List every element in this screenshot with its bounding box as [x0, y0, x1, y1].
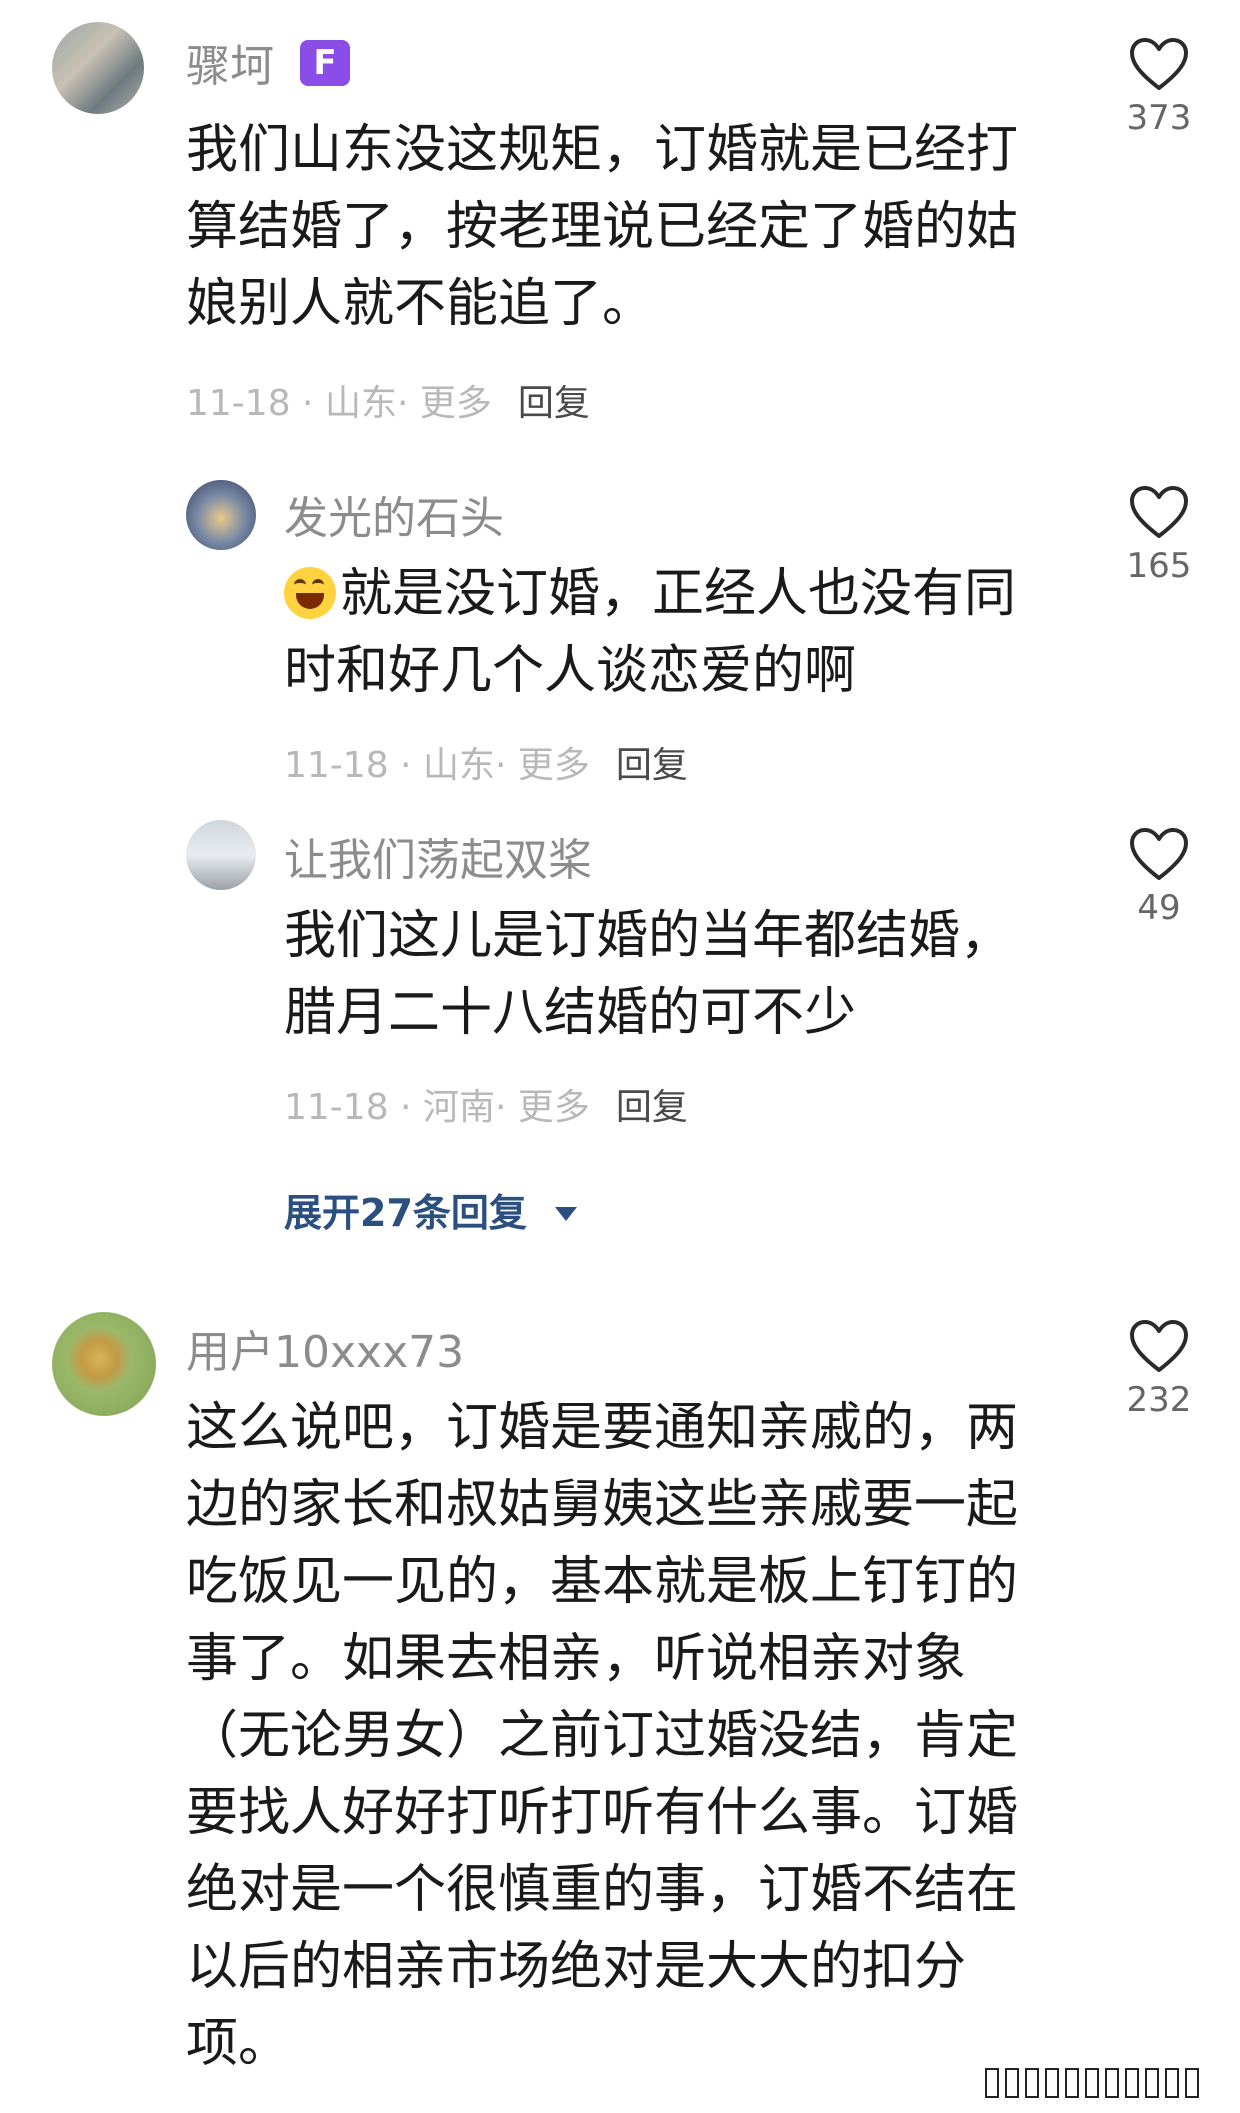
reply-author[interactable]: 发光的石头: [284, 482, 504, 546]
reply-meta: 11-18 · 山东· 更多 回复: [284, 745, 688, 786]
laughing-crying-emoji-icon: [284, 567, 336, 619]
reply-text: 就是没订婚，正经人也没有同 时和好几个人谈恋爱的啊: [284, 564, 1017, 701]
like-count: 165: [1126, 546, 1192, 586]
watermark-icon: [985, 2068, 1205, 2098]
reply-text: 我们这儿是订婚的当年都结婚， 腊月二十八结婚的可不少: [284, 906, 1013, 1043]
like-button[interactable]: 165: [1104, 484, 1214, 586]
avatar[interactable]: [186, 480, 256, 550]
heart-outline-icon: [1130, 38, 1188, 90]
avatar[interactable]: [52, 22, 144, 114]
expand-replies-button[interactable]: 展开27条回复: [284, 1182, 580, 1237]
level-badge-icon: F: [300, 40, 350, 86]
caret-down-icon: [555, 1207, 578, 1221]
comment-text: 这么说吧，订婚是要通知亲戚的，两 边的家长和叔姑舅姨这些亲戚要一起 吃饭见一见的…: [186, 1398, 1019, 2074]
reply-button[interactable]: 回复: [616, 1087, 688, 1128]
avatar[interactable]: [52, 1312, 156, 1416]
comment-text: 我们山东没这规矩，订婚就是已经打 算结婚了，按老理说已经定了婚的姑 娘别人就不能…: [186, 120, 1019, 334]
reply-meta: 11-18 · 河南· 更多 回复: [284, 1087, 688, 1128]
like-count: 49: [1137, 888, 1181, 928]
like-button[interactable]: 49: [1104, 826, 1214, 928]
heart-outline-icon: [1130, 828, 1188, 880]
heart-outline-icon: [1130, 1320, 1188, 1372]
reply-button[interactable]: 回复: [616, 745, 688, 786]
like-button[interactable]: 373: [1104, 36, 1214, 138]
like-button[interactable]: 232: [1104, 1318, 1214, 1420]
comment-author[interactable]: 骤坷: [186, 30, 274, 94]
comment-author[interactable]: 用户10xxx73: [186, 1316, 464, 1380]
avatar[interactable]: [186, 820, 256, 890]
like-count: 373: [1126, 98, 1192, 138]
reply-button[interactable]: 回复: [518, 383, 590, 424]
heart-outline-icon: [1130, 486, 1188, 538]
reply-author[interactable]: 让我们荡起双桨: [284, 824, 592, 888]
like-count: 232: [1126, 1380, 1192, 1420]
comment-meta: 11-18 · 山东· 更多 回复: [186, 383, 590, 424]
